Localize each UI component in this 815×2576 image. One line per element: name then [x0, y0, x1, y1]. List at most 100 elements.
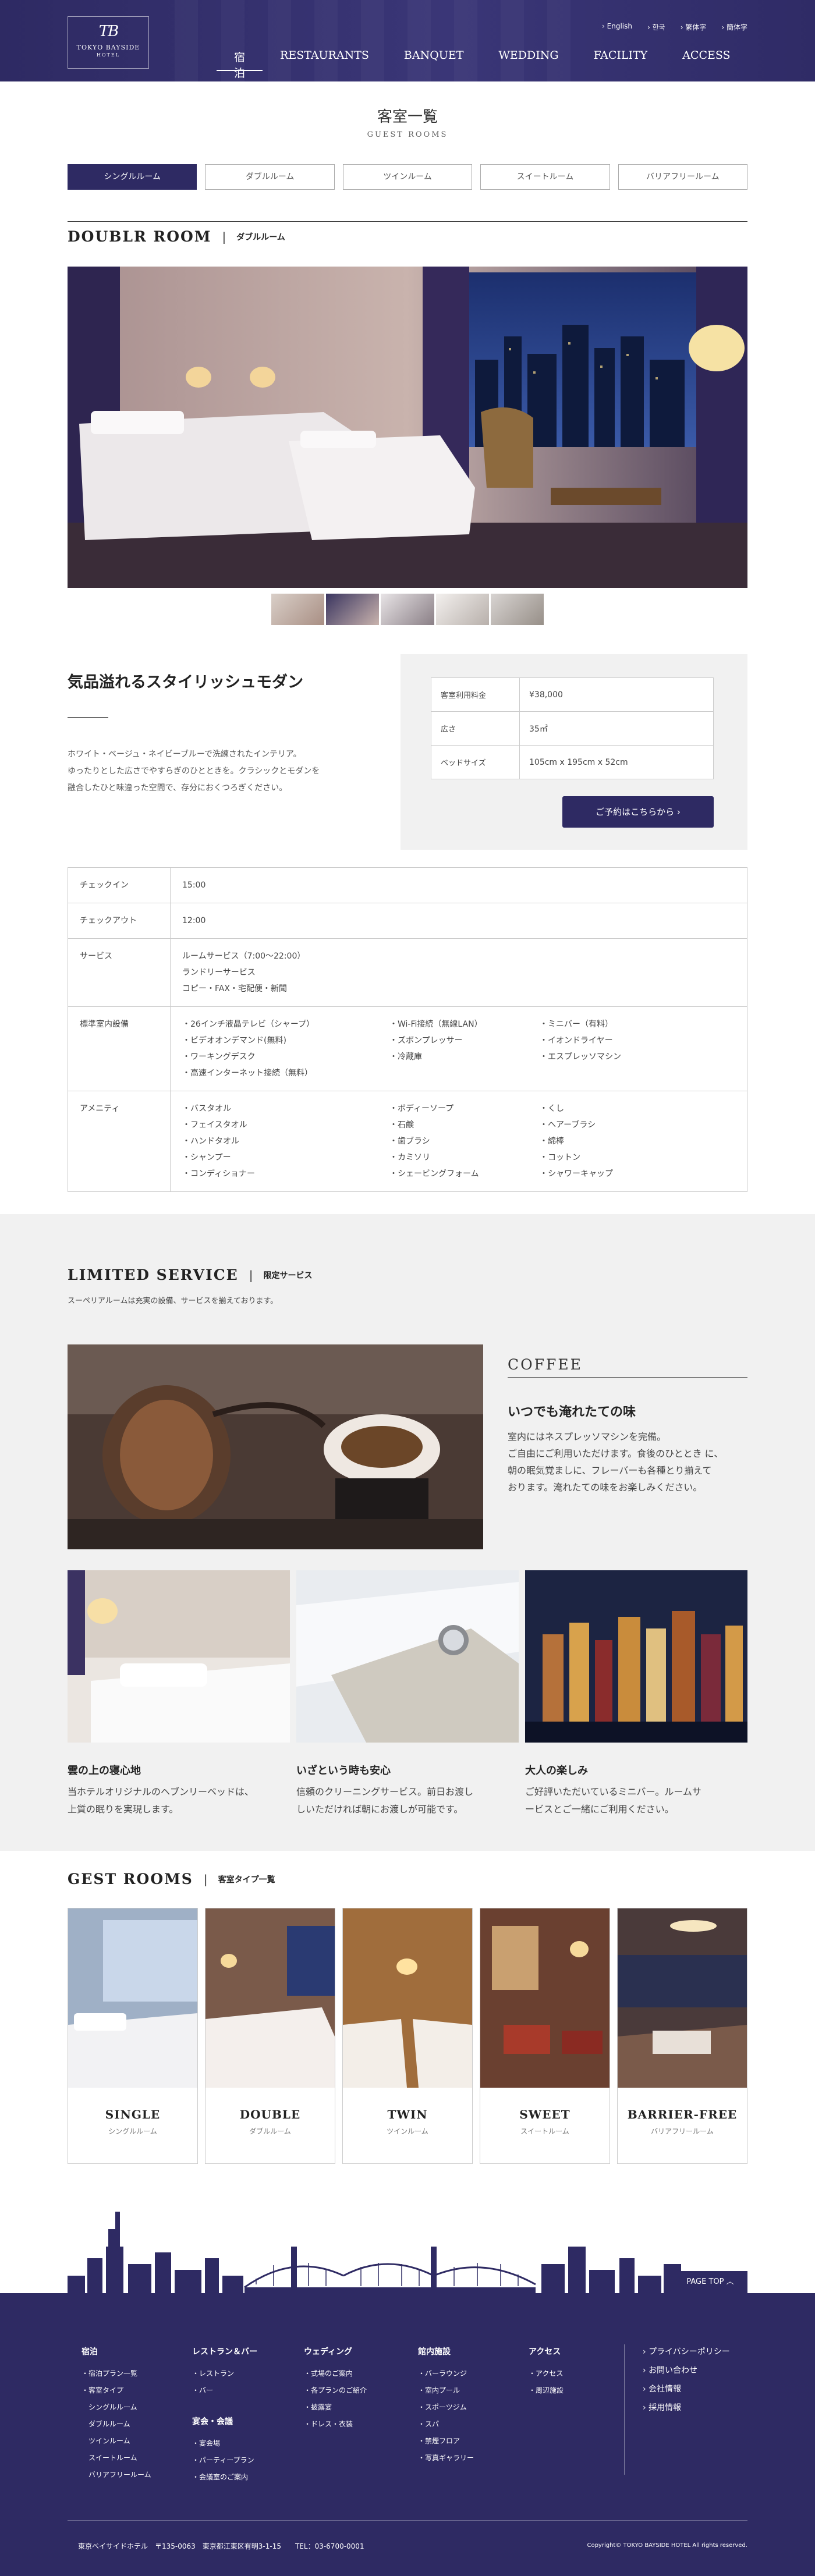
nav-restaurants[interactable]: RESTAURANTS	[263, 47, 387, 71]
footer-link[interactable]: 会議室のご案内	[192, 2469, 257, 2486]
room-card-en: DOUBLE	[239, 2107, 301, 2121]
room-card-jp: バリアフリールーム	[651, 2127, 714, 2135]
page-subtitle: GUEST ROOMS	[367, 130, 448, 139]
footer-link[interactable]: レストラン	[192, 2365, 257, 2382]
footer-link[interactable]: シングルルーム	[82, 2399, 151, 2416]
list-item: シェービングフォーム	[389, 1166, 540, 1182]
checkin-value: 15:00	[170, 867, 747, 903]
footer-link[interactable]: 禁煙フロア	[418, 2433, 474, 2450]
footer-link[interactable]: パーティープラン	[192, 2452, 257, 2469]
company-info-link[interactable]: 会社情報	[643, 2383, 681, 2394]
list-item: 高速インターネット接続（無料）	[182, 1065, 389, 1081]
language-switcher: English 한국 繁体字 簡体字	[602, 22, 747, 32]
lang-simplified-chinese[interactable]: 簡体字	[721, 22, 747, 32]
footer-col-heading[interactable]: レストラン＆バー	[192, 2346, 257, 2357]
footer-link[interactable]: ダブルルーム	[82, 2416, 151, 2433]
footer-link[interactable]: 室内プール	[418, 2382, 474, 2399]
service-values: ルームサービス（7:00〜22:00） ランドリーサービス コピー・FAX・宅配…	[170, 938, 747, 1007]
thumbnail-2[interactable]	[326, 594, 380, 625]
catch-underline	[68, 717, 108, 718]
service-item: ルームサービス（7:00〜22:00）	[182, 952, 306, 961]
list-item: バスタオル	[182, 1101, 389, 1117]
tab-suite[interactable]: スイートルーム	[480, 164, 610, 190]
room-photo	[343, 1908, 472, 2088]
footer-link[interactable]: スイートルーム	[82, 2450, 151, 2467]
list-item: 石鹸	[389, 1117, 540, 1133]
footer-link[interactable]: ドレス・衣装	[304, 2416, 367, 2433]
lang-traditional-chinese[interactable]: 繁体字	[681, 22, 706, 32]
page-top-button[interactable]: PAGE TOP ︿	[673, 2271, 747, 2293]
coffee-title: いつでも淹れたての味	[508, 1405, 636, 1420]
nav-wedding[interactable]: WEDDING	[481, 47, 576, 71]
footer-link[interactable]: バリアフリールーム	[82, 2467, 151, 2483]
room-heading-en: DOUBLR ROOM	[68, 228, 212, 245]
footer-link[interactable]: スポーツジム	[418, 2399, 474, 2416]
tab-double[interactable]: ダブルルーム	[205, 164, 335, 190]
footer-link[interactable]: バー	[192, 2382, 257, 2399]
shirt-photo	[296, 1570, 519, 1743]
footer-col-heading[interactable]: 館内施設	[418, 2346, 474, 2357]
tab-barrier-free[interactable]: バリアフリールーム	[618, 164, 748, 190]
price-table: 客室利用料金 ¥38,000 広さ 35㎡ ベッドサイズ 105cm x 195cm …	[431, 677, 714, 779]
footer-link[interactable]: バーラウンジ	[418, 2365, 474, 2382]
list-item: カミソリ	[389, 1149, 540, 1166]
list-item: 26インチ液晶テレビ（シャープ）	[182, 1016, 389, 1032]
room-description: ホワイト・ベージュ・ネイビーブルーで洗練されたインテリア。 ゆったりとした広さで…	[68, 746, 382, 797]
tab-single[interactable]: シングルルーム	[68, 164, 197, 190]
thumbnail-4[interactable]	[435, 594, 489, 625]
footer-col-heading[interactable]: ウェディング	[304, 2346, 367, 2357]
list-item: ボディーソープ	[389, 1101, 540, 1117]
room-card-suite[interactable]: SWEET スイートルーム	[480, 1908, 610, 2164]
footer-link[interactable]: 客室タイプ	[82, 2382, 151, 2399]
footer-col-heading[interactable]: 宴会・会議	[192, 2415, 257, 2427]
footer-link[interactable]: 式場のご案内	[304, 2365, 367, 2382]
room-card-en: TWIN	[387, 2107, 428, 2121]
nav-access[interactable]: ACCESS	[665, 47, 747, 71]
list-item: ワーキングデスク	[182, 1049, 389, 1065]
section-divider	[68, 221, 747, 222]
footer-link[interactable]: 各プランのご紹介	[304, 2382, 367, 2399]
footer-rule	[68, 2520, 747, 2521]
footer-link[interactable]: ツインルーム	[82, 2433, 151, 2450]
footer-col-heading[interactable]: 宿泊	[82, 2346, 151, 2357]
thumbnail-3[interactable]	[381, 594, 434, 625]
footer-link[interactable]: アクセス	[529, 2365, 564, 2382]
hotel-logo[interactable]: TB TOKYO BAYSIDE HOTEL	[68, 16, 149, 69]
footer-link[interactable]: スパ	[418, 2416, 474, 2433]
footer-col-heading[interactable]: アクセス	[529, 2346, 564, 2357]
nav-stay[interactable]: 宿泊	[217, 47, 263, 80]
footer-link[interactable]: 写真ギャラリー	[418, 2450, 474, 2467]
minibar-photo	[525, 1570, 747, 1743]
room-card-single[interactable]: SINGLE シングルルーム	[68, 1908, 198, 2164]
tab-twin[interactable]: ツインルーム	[342, 164, 473, 190]
recruit-link[interactable]: 採用情報	[643, 2401, 681, 2413]
footer-link[interactable]: 周辺施設	[529, 2382, 564, 2399]
equipment-label: 標準室内設備	[68, 1006, 171, 1091]
lang-korean[interactable]: 한국	[647, 22, 665, 32]
amenity-values: バスタオルフェイスタオルハンドタオルシャンプーコンディショナー ボディーソープ石…	[170, 1091, 747, 1192]
list-item: ヘアーブラシ	[540, 1117, 613, 1133]
price-label: 客室利用料金	[431, 677, 520, 712]
list-item: コットン	[540, 1149, 613, 1166]
room-card-double[interactable]: DOUBLE ダブルルーム	[205, 1908, 335, 2164]
lang-english[interactable]: English	[602, 22, 632, 32]
thumbnail-1[interactable]	[271, 594, 325, 625]
list-item: コンディショナー	[182, 1166, 389, 1182]
nav-banquet[interactable]: BANQUET	[387, 47, 481, 71]
room-photo	[618, 1908, 747, 2088]
list-item: 綿棒	[540, 1133, 613, 1149]
thumbnail-5[interactable]	[490, 594, 544, 625]
site-header: TB TOKYO BAYSIDE HOTEL English 한국 繁体字 簡体…	[0, 0, 815, 81]
footer-link[interactable]: 宴会場	[192, 2435, 257, 2452]
coffee-label: COFFEE	[508, 1356, 583, 1373]
contact-link[interactable]: お問い合わせ	[643, 2364, 697, 2376]
coffee-desc-line: 室内にはネスプレッソマシンを完備。	[508, 1431, 667, 1442]
room-card-barrier-free[interactable]: BARRIER-FREE バリアフリールーム	[617, 1908, 747, 2164]
room-card-twin[interactable]: TWIN ツインルーム	[342, 1908, 473, 2164]
privacy-policy-link[interactable]: プライバシーポリシー	[643, 2346, 730, 2357]
footer-address: 東京ベイサイドホテル 〒135-0063 東京都江東区有明3-1-15 TEL：…	[78, 2542, 364, 2550]
reserve-button[interactable]: ご予約はこちらから ›	[562, 796, 714, 828]
footer-link[interactable]: 宿泊プラン一覧	[82, 2365, 151, 2382]
footer-link[interactable]: 披露宴	[304, 2399, 367, 2416]
nav-facility[interactable]: FACILITY	[576, 47, 665, 71]
